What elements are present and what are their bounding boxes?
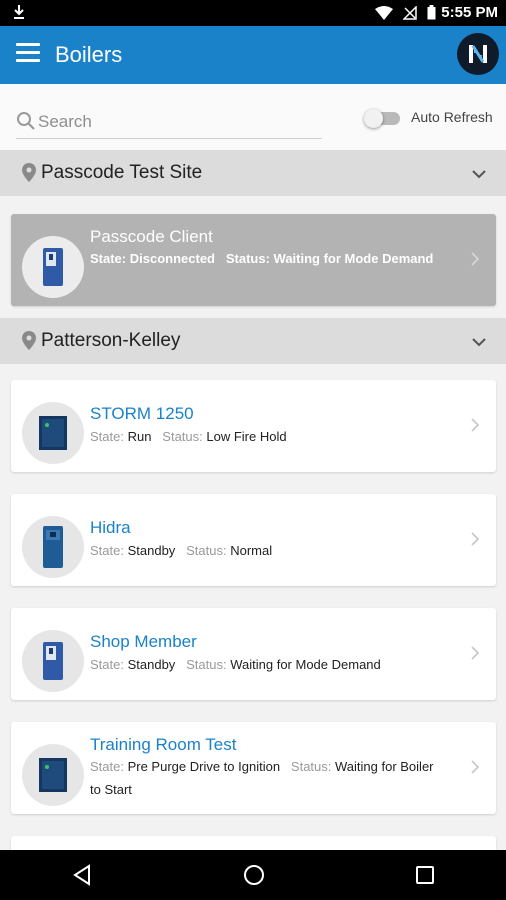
- search-input[interactable]: [38, 108, 308, 136]
- home-icon[interactable]: [243, 864, 265, 891]
- recents-icon[interactable]: [415, 864, 435, 891]
- auto-refresh-toggle[interactable]: [364, 109, 400, 128]
- location-pin-icon: [22, 163, 36, 187]
- device-state-status: State: Disconnected Status: Waiting for …: [90, 251, 434, 266]
- site-name: Patterson-Kelley: [41, 330, 181, 351]
- chevron-right-icon: [471, 760, 480, 779]
- site-header-patterson-kelley[interactable]: Patterson-Kelley: [0, 318, 506, 364]
- boiler-avatar: [22, 630, 84, 692]
- device-card-storm-1250[interactable]: STORM 1250 State: Run Status: Low Fire H…: [11, 380, 496, 472]
- chevron-right-icon: [471, 532, 480, 551]
- boiler-avatar: [22, 516, 84, 578]
- boiler-icon: [43, 248, 63, 286]
- system-navigation-bar: [0, 850, 506, 900]
- boiler-icon: [43, 526, 63, 568]
- chevron-right-icon: [471, 252, 480, 271]
- battery-icon: [427, 5, 436, 25]
- search-field[interactable]: [16, 108, 322, 139]
- search-icon: [17, 112, 35, 130]
- device-name: Training Room Test: [90, 735, 237, 754]
- boiler-avatar: [22, 236, 84, 298]
- auto-refresh-label: Auto Refresh: [411, 109, 493, 125]
- device-card-shop-member[interactable]: Shop Member State: Standby Status: Waiti…: [11, 608, 496, 700]
- back-icon[interactable]: [72, 864, 92, 891]
- search-bar: Auto Refresh: [0, 84, 506, 150]
- boiler-avatar: [22, 744, 84, 806]
- device-name: Hidra: [90, 518, 131, 537]
- device-name: STORM 1250: [90, 404, 194, 423]
- status-bar: 5:55 PM: [0, 0, 506, 26]
- device-state-status: State: Standby Status: Normal: [90, 543, 273, 558]
- chevron-right-icon: [471, 418, 480, 437]
- chevron-down-icon[interactable]: [472, 166, 486, 184]
- boiler-icon: [39, 758, 67, 792]
- site-name: Passcode Test Site: [41, 162, 203, 183]
- device-name: Passcode Client: [90, 227, 213, 246]
- menu-icon[interactable]: [16, 43, 40, 65]
- download-notification-icon: [12, 4, 26, 25]
- boiler-icon: [39, 416, 67, 450]
- page-title: Boilers: [55, 42, 123, 67]
- chevron-down-icon[interactable]: [472, 334, 486, 352]
- device-name: Shop Member: [90, 632, 197, 651]
- chevron-right-icon: [471, 646, 480, 665]
- device-card-hidra[interactable]: Hidra State: Standby Status: Normal: [11, 494, 496, 586]
- app-bar: Boilers: [0, 26, 506, 84]
- device-card-training-room-test[interactable]: Training Room Test State: Pre Purge Driv…: [11, 722, 496, 814]
- device-card-passcode-client[interactable]: Passcode Client State: Disconnected Stat…: [11, 214, 496, 306]
- boiler-icon: [43, 642, 63, 680]
- device-state-status: State: Pre Purge Drive to Ignition Statu…: [90, 759, 434, 797]
- location-pin-icon: [22, 331, 36, 355]
- wifi-icon: [375, 5, 393, 25]
- site-header-passcode-test-site[interactable]: Passcode Test Site: [0, 150, 506, 196]
- device-state-status: State: Run Status: Low Fire Hold: [90, 429, 287, 444]
- device-state-status: State: Standby Status: Waiting for Mode …: [90, 657, 381, 672]
- status-time: 5:55 PM: [441, 4, 498, 21]
- app-logo-icon[interactable]: [457, 33, 499, 75]
- no-signal-icon: [402, 4, 417, 25]
- boiler-avatar: [22, 402, 84, 464]
